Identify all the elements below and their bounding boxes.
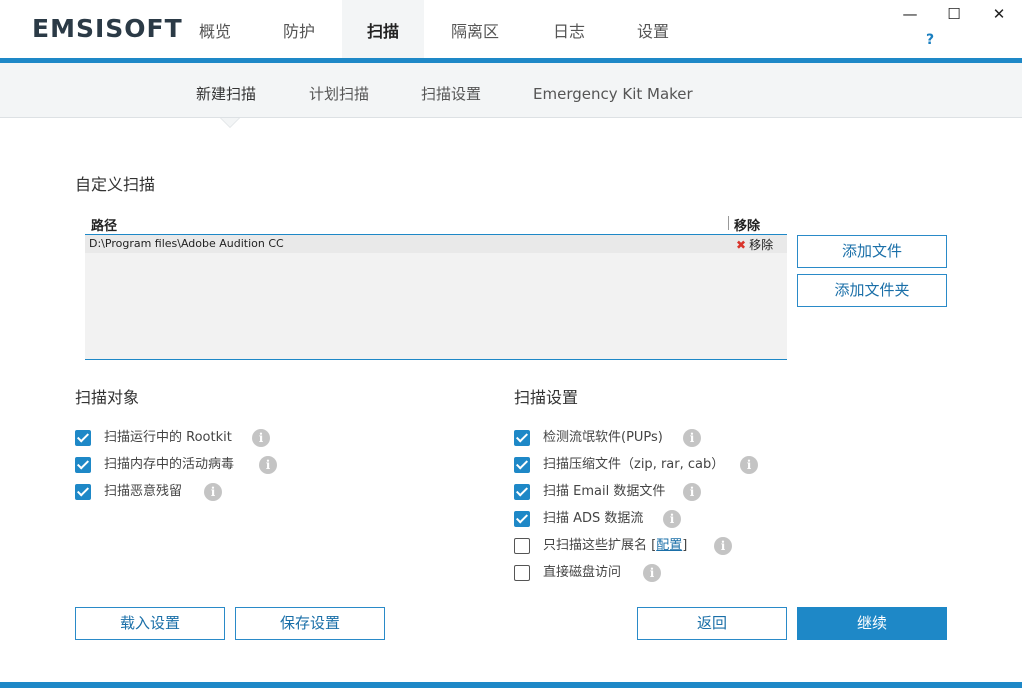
close-icon[interactable]: ✕	[984, 2, 1014, 26]
save-settings-button[interactable]: 保存设置	[235, 607, 385, 640]
checkbox-scan-extensions[interactable]	[514, 538, 530, 554]
option-scan-traces: 扫描恶意残留 i	[75, 483, 295, 501]
checkbox-scan-rootkits[interactable]	[75, 430, 91, 446]
help-icon[interactable]: ?	[926, 32, 934, 48]
info-icon[interactable]: i	[252, 429, 270, 447]
subtab-new-scan[interactable]: 新建扫描	[196, 63, 256, 118]
subtab-emergency-kit-maker[interactable]: Emergency Kit Maker	[533, 63, 693, 118]
path-table-body[interactable]: D:\Program files\Adobe Audition CC ✖ 移除	[85, 234, 787, 360]
info-icon[interactable]: i	[663, 510, 681, 528]
checkbox-direct-disk-access[interactable]	[514, 565, 530, 581]
option-scan-archives: 扫描压缩文件（zip, rar, cab） i	[514, 456, 774, 474]
extensions-label-suffix: ]	[682, 538, 688, 553]
option-label: 扫描 Email 数据文件	[543, 484, 666, 499]
tab-settings[interactable]: 设置	[614, 0, 692, 62]
path-table-header: 路径 移除	[85, 212, 787, 234]
path-table: 路径 移除 D:\Program files\Adobe Audition CC…	[85, 212, 787, 360]
remove-path-button[interactable]: ✖ 移除	[736, 236, 773, 253]
path-cell: D:\Program files\Adobe Audition CC	[89, 237, 284, 250]
info-icon[interactable]: i	[683, 483, 701, 501]
add-folder-button[interactable]: 添加文件夹	[797, 274, 947, 307]
active-subtab-pointer	[221, 118, 239, 127]
option-label: 扫描运行中的 Rootkit	[104, 430, 232, 445]
option-label: 扫描 ADS 数据流	[543, 511, 644, 526]
column-header-path[interactable]: 路径	[91, 215, 117, 234]
load-settings-button[interactable]: 载入设置	[75, 607, 225, 640]
checkbox-scan-memory[interactable]	[75, 457, 91, 473]
subtab-scheduled-scan[interactable]: 计划扫描	[309, 63, 369, 118]
tab-protection[interactable]: 防护	[260, 0, 338, 62]
option-scan-email: 扫描 Email 数据文件 i	[514, 483, 774, 501]
checkbox-detect-pups[interactable]	[514, 430, 530, 446]
back-button[interactable]: 返回	[637, 607, 787, 640]
tab-overview[interactable]: 概览	[176, 0, 254, 62]
info-icon[interactable]: i	[643, 564, 661, 582]
subtab-scan-settings[interactable]: 扫描设置	[421, 63, 481, 118]
continue-button[interactable]: 继续	[797, 607, 947, 640]
option-label: 直接磁盘访问	[543, 565, 622, 580]
info-icon[interactable]: i	[259, 456, 277, 474]
checkbox-scan-archives[interactable]	[514, 457, 530, 473]
scan-targets-title: 扫描对象	[75, 388, 140, 407]
add-file-button[interactable]: 添加文件	[797, 235, 947, 268]
checkbox-scan-email[interactable]	[514, 484, 530, 500]
option-label: 扫描压缩文件（zip, rar, cab）	[543, 457, 725, 472]
tab-logs[interactable]: 日志	[530, 0, 608, 62]
extensions-label-text: 只扫描这些扩展名 [	[543, 538, 657, 553]
column-separator[interactable]	[728, 216, 729, 230]
option-scan-rootkits: 扫描运行中的 Rootkit i	[75, 429, 295, 447]
maximize-icon[interactable]: ☐	[939, 2, 969, 26]
option-label: 只扫描这些扩展名 [配置]	[543, 537, 687, 555]
tab-quarantine[interactable]: 隔离区	[436, 0, 514, 62]
option-scan-extensions: 只扫描这些扩展名 [配置] i	[514, 537, 774, 555]
info-icon[interactable]: i	[204, 483, 222, 501]
footer-accent-line	[0, 682, 1022, 688]
checkbox-scan-ads[interactable]	[514, 511, 530, 527]
app-logo: EMSISOFT	[32, 14, 183, 43]
option-label: 扫描恶意残留	[104, 484, 183, 499]
custom-scan-title: 自定义扫描	[75, 175, 156, 194]
remove-x-icon: ✖	[736, 238, 747, 252]
option-detect-pups: 检测流氓软件(PUPs) i	[514, 429, 774, 447]
column-header-remove[interactable]: 移除	[734, 215, 760, 234]
tab-scan[interactable]: 扫描	[342, 0, 424, 62]
info-icon[interactable]: i	[740, 456, 758, 474]
scan-settings-title: 扫描设置	[514, 388, 579, 407]
minimize-icon[interactable]: —	[895, 2, 925, 26]
option-scan-memory: 扫描内存中的活动病毒 i	[75, 456, 295, 474]
option-label: 扫描内存中的活动病毒	[104, 457, 235, 472]
option-label: 检测流氓软件(PUPs)	[543, 430, 663, 445]
info-icon[interactable]: i	[714, 537, 732, 555]
option-direct-disk-access: 直接磁盘访问 i	[514, 564, 774, 582]
sub-navigation: 新建扫描 计划扫描 扫描设置 Emergency Kit Maker	[0, 63, 1022, 118]
checkbox-scan-traces[interactable]	[75, 484, 91, 500]
configure-extensions-link[interactable]: 配置	[656, 538, 682, 553]
remove-label: 移除	[749, 238, 774, 252]
table-row[interactable]: D:\Program files\Adobe Audition CC ✖ 移除	[85, 235, 787, 253]
title-bar: EMSISOFT 概览 防护 扫描 隔离区 日志 设置 — ☐ ✕ ?	[0, 0, 1022, 62]
info-icon[interactable]: i	[683, 429, 701, 447]
option-scan-ads: 扫描 ADS 数据流 i	[514, 510, 774, 528]
